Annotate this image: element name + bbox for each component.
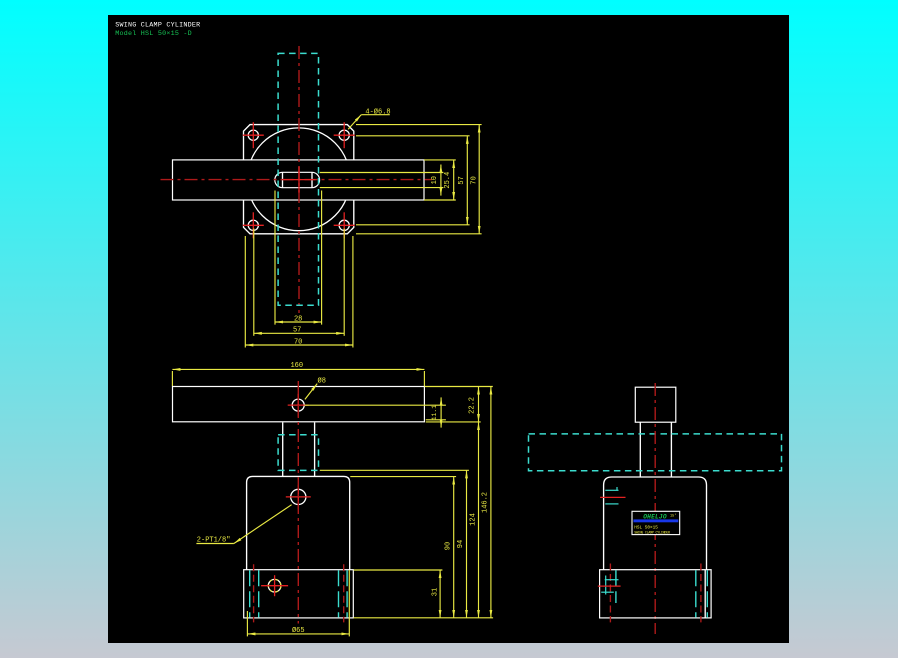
svg-text:70: 70 — [294, 338, 302, 346]
svg-text:28: 28 — [294, 315, 302, 323]
svg-text:OHELJO: OHELJO — [643, 513, 667, 520]
svg-text:94: 94 — [457, 540, 465, 548]
svg-text:SWING CLAMP CYLINDER: SWING CLAMP CYLINDER — [115, 21, 200, 29]
svg-text:SWING CLAMP CYLINDER: SWING CLAMP CYLINDER — [634, 531, 670, 535]
svg-text:Model HSL 50×15 -D: Model HSL 50×15 -D — [115, 30, 192, 38]
svg-text:31: 31 — [432, 588, 440, 596]
svg-text:124: 124 — [470, 513, 478, 526]
svg-text:15°: 15° — [670, 514, 676, 519]
svg-text:11.1: 11.1 — [431, 405, 438, 421]
svg-text:57: 57 — [293, 327, 301, 335]
svg-text:146.2: 146.2 — [482, 492, 490, 513]
svg-text:Ø8: Ø8 — [318, 376, 326, 385]
svg-text:Ø65: Ø65 — [292, 626, 305, 635]
svg-text:25.4: 25.4 — [444, 172, 452, 189]
svg-text:22.2: 22.2 — [468, 397, 476, 414]
svg-text:90: 90 — [444, 542, 452, 550]
svg-text:160: 160 — [290, 362, 303, 370]
svg-text:10: 10 — [431, 176, 439, 184]
svg-text:57: 57 — [458, 176, 466, 184]
svg-text:70: 70 — [470, 176, 478, 184]
